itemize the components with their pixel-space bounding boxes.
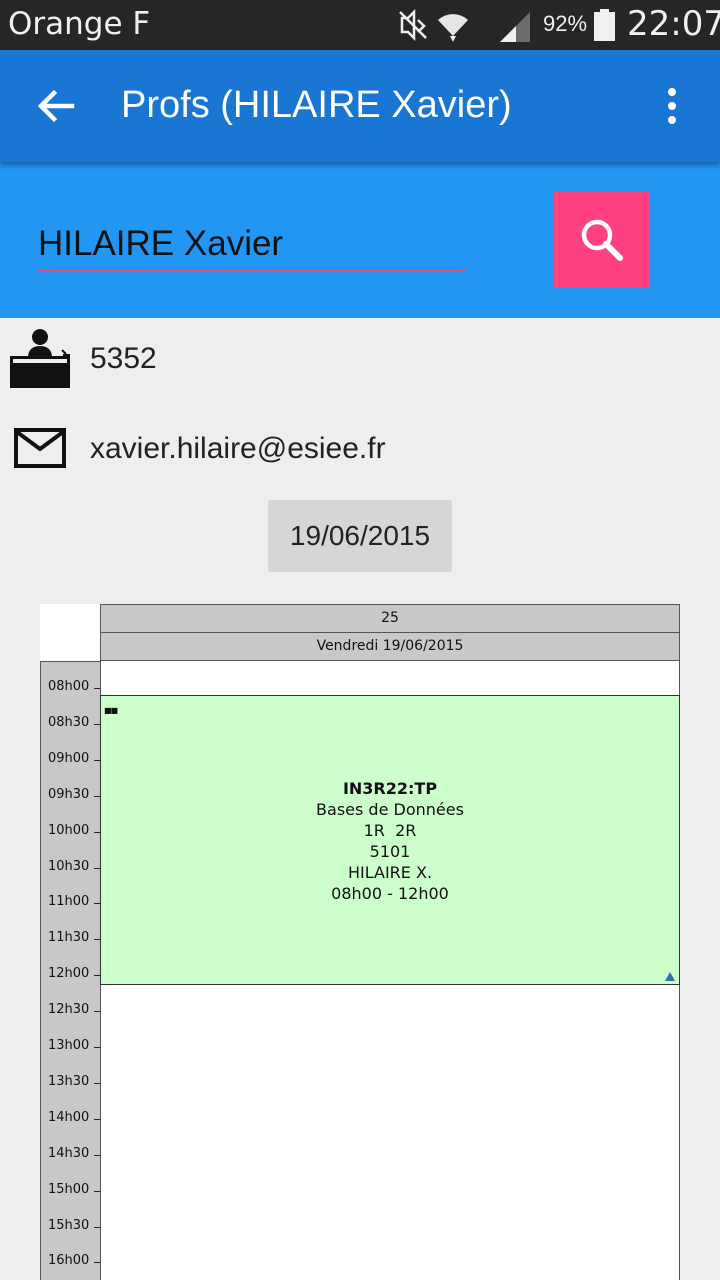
hour-label: 15h00 xyxy=(48,1181,90,1197)
hour-label: 14h00 xyxy=(48,1109,90,1125)
search-panel xyxy=(0,162,720,318)
hour-label: 11h30 xyxy=(48,930,90,946)
search-icon xyxy=(581,219,623,261)
event-block[interactable]: ■■ IN3R22:TP Bases de Données 1R 2R 5101… xyxy=(100,695,680,985)
hour-label: 12h30 xyxy=(48,1002,90,1018)
back-arrow-icon[interactable] xyxy=(30,80,82,132)
timetable-corner xyxy=(40,604,100,661)
office-row: 5352 xyxy=(0,328,720,388)
event-room: 5101 xyxy=(369,842,411,861)
event-groups: 1R 2R xyxy=(363,821,417,840)
date-picker-button[interactable]: 19/06/2015 xyxy=(268,500,452,572)
hour-label: 09h30 xyxy=(48,786,90,802)
mail-icon xyxy=(14,428,66,468)
lock-icon: ■■ xyxy=(104,706,118,715)
hour-label: 12h00 xyxy=(48,966,90,982)
search-button[interactable] xyxy=(554,192,650,288)
status-icons xyxy=(399,8,530,42)
battery-percent: 92% xyxy=(543,11,588,36)
hour-label: 10h00 xyxy=(48,822,90,838)
hour-label: 08h00 xyxy=(48,679,90,694)
hour-label: 13h30 xyxy=(48,1073,90,1089)
event-teacher: HILAIRE X. xyxy=(347,863,433,882)
hour-label: 14h30 xyxy=(48,1145,90,1161)
hour-label: 15h30 xyxy=(48,1217,90,1233)
event-time-range: 08h00 - 12h00 xyxy=(331,884,449,903)
email-row: xavier.hilaire@esiee.fr xyxy=(0,418,720,478)
email-link[interactable]: xavier.hilaire@esiee.fr xyxy=(90,432,386,466)
day-header: Vendredi 19/06/2015 xyxy=(100,632,680,661)
signal-icon xyxy=(500,12,530,42)
page-title: Profs (HILAIRE Xavier) xyxy=(121,84,512,126)
hour-label: 16h00 xyxy=(48,1253,90,1269)
event-detail-icon xyxy=(665,972,675,981)
hour-label: 11h00 xyxy=(48,894,90,910)
hour-label: 10h30 xyxy=(48,858,90,874)
event-code: IN3R22:TP xyxy=(342,779,438,798)
event-subject: Bases de Données xyxy=(316,800,464,819)
office-number: 5352 xyxy=(90,342,157,375)
battery-icon xyxy=(594,9,615,41)
carrier-name: Orange F xyxy=(8,6,151,42)
week-number: 25 xyxy=(100,604,680,633)
timetable: 25 Vendredi 19/06/2015 08h00 08h30 09h00 09… xyxy=(40,604,680,1280)
hours-column: 08h00 08h30 09h00 09h30 10h00 10h30 11h00 11h30… xyxy=(40,661,101,1280)
hour-label: 09h00 xyxy=(48,750,90,766)
status-bar: Orange F 92% 22:07 xyxy=(0,0,720,50)
hour-label: 08h30 xyxy=(48,714,90,730)
clock: 22:07 xyxy=(627,4,720,44)
overflow-menu-icon[interactable] xyxy=(652,82,692,130)
teacher-search-input[interactable] xyxy=(38,218,466,272)
mute-icon xyxy=(399,8,427,42)
wifi-icon xyxy=(438,14,468,42)
app-bar: Profs (HILAIRE Xavier) xyxy=(0,50,720,162)
hour-label: 13h00 xyxy=(48,1038,90,1053)
desk-person-icon xyxy=(10,329,70,388)
